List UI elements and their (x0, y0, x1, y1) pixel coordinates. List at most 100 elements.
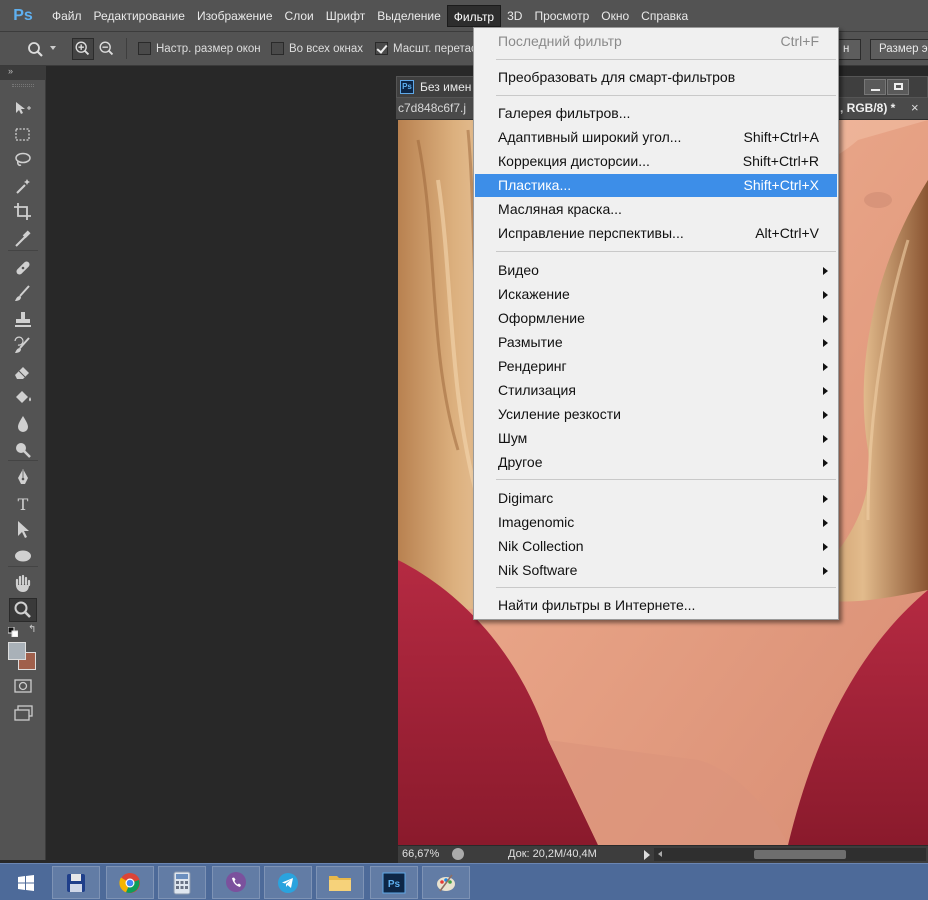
menu-window[interactable]: Окно (595, 5, 635, 27)
paint-icon[interactable] (422, 866, 470, 899)
photoshop-logo: Ps (13, 6, 33, 24)
resize-windows-checkbox[interactable] (138, 42, 151, 55)
preset-dropdown-icon[interactable] (50, 46, 56, 50)
zoom-tool-preset-icon[interactable] (24, 38, 46, 60)
default-colors-icon[interactable] (7, 626, 19, 638)
scrollbar-thumb[interactable] (754, 850, 846, 859)
submenu-4[interactable]: Рендеринг (475, 355, 837, 378)
dodge-tool-icon[interactable] (9, 438, 37, 462)
marquee-tool-icon[interactable] (9, 123, 37, 147)
menu-item-label: Рендеринг (498, 358, 567, 374)
scroll-left-icon[interactable] (658, 851, 662, 857)
submenu-6[interactable]: Усиление резкости (475, 403, 837, 426)
menu-file[interactable]: Файл (46, 5, 88, 27)
submenu-1[interactable]: Искажение (475, 283, 837, 306)
tools-collapse-bar[interactable]: » (0, 66, 46, 80)
folder-icon[interactable] (316, 866, 364, 899)
scrubby-zoom-option[interactable]: Масшт. перетас (375, 32, 477, 65)
plugin-submenu-0[interactable]: Digimarc (475, 487, 837, 510)
submenu-3[interactable]: Размытие (475, 331, 837, 354)
telegram-icon[interactable] (264, 866, 312, 899)
calculator-icon[interactable] (158, 866, 206, 899)
hand-tool-icon[interactable] (9, 572, 37, 596)
start-button-icon[interactable] (2, 866, 50, 899)
submenu-arrow-icon (823, 495, 828, 503)
menu-item-filter-5[interactable]: Исправление перспективы... Alt+Ctrl+V (475, 222, 837, 245)
zoom-in-icon[interactable] (72, 38, 94, 60)
path-selection-tool-icon[interactable] (9, 518, 37, 542)
collapse-chevron-icon[interactable]: » (8, 66, 13, 76)
clone-stamp-tool-icon[interactable] (9, 308, 37, 332)
menu-view[interactable]: Просмотр (528, 5, 595, 27)
menu-item-convert-smart-filters[interactable]: Преобразовать для смарт-фильтров (475, 66, 837, 89)
menu-3d[interactable]: 3D (501, 5, 528, 27)
all-windows-option[interactable]: Во всех окнах (271, 32, 363, 65)
submenu-7[interactable]: Шум (475, 427, 837, 450)
zoom-level[interactable]: 66,67% (402, 848, 439, 860)
menu-item-label: Видео (498, 262, 539, 278)
document-tab-right[interactable]: , RGB/8) * (840, 101, 895, 115)
history-brush-tool-icon[interactable] (9, 334, 37, 358)
panel-grip-icon[interactable] (12, 84, 34, 87)
zoom-tool-icon[interactable] (9, 598, 37, 622)
all-windows-checkbox[interactable] (271, 42, 284, 55)
healing-brush-tool-icon[interactable] (9, 256, 37, 280)
brush-tool-icon[interactable] (9, 282, 37, 306)
minimize-icon[interactable] (864, 79, 886, 95)
plugin-submenu-1[interactable]: Imagenomic (475, 511, 837, 534)
menu-item-filter-3[interactable]: Пластика... Shift+Ctrl+X (475, 174, 837, 197)
menu-item-filter-2[interactable]: Коррекция дисторсии... Shift+Ctrl+R (475, 150, 837, 173)
pen-tool-icon[interactable] (9, 466, 37, 490)
plugin-submenu-2[interactable]: Nik Collection (475, 535, 837, 558)
paint-bucket-tool-icon[interactable] (9, 386, 37, 410)
menu-separator (496, 251, 836, 252)
crop-tool-icon[interactable] (9, 200, 37, 224)
close-tab-icon[interactable]: × (911, 100, 919, 115)
menu-layer[interactable]: Слои (279, 5, 320, 27)
foreground-color-swatch[interactable] (8, 642, 26, 660)
submenu-8[interactable]: Другое (475, 451, 837, 474)
photoshop-icon[interactable]: Ps (370, 866, 418, 899)
screen-size-button[interactable]: Размер э (870, 39, 928, 60)
menu-item-filter-0[interactable]: Галерея фильтров... (475, 102, 837, 125)
menu-type[interactable]: Шрифт (320, 5, 371, 27)
submenu-arrow-icon (823, 411, 828, 419)
menu-select[interactable]: Выделение (371, 5, 447, 27)
floppy-save-icon[interactable] (52, 866, 100, 899)
plugin-submenu-3[interactable]: Nik Software (475, 559, 837, 582)
menu-item-browse-filters-online[interactable]: Найти фильтры в Интернете... (475, 594, 837, 617)
restore-icon[interactable] (887, 79, 909, 95)
menu-item-filter-4[interactable]: Масляная краска... (475, 198, 837, 221)
menu-item-label: Стилизация (498, 382, 576, 398)
menu-edit[interactable]: Редактирование (88, 5, 191, 27)
magic-wand-tool-icon[interactable] (9, 175, 37, 199)
resize-windows-option[interactable]: Настр. размер окон (138, 32, 261, 65)
document-tab-left[interactable]: c7d848c6f7.j (398, 101, 466, 115)
status-info-icon[interactable] (452, 848, 464, 860)
move-tool-icon[interactable] (9, 98, 37, 122)
submenu-0[interactable]: Видео (475, 259, 837, 282)
blur-tool-icon[interactable] (9, 412, 37, 436)
swap-colors-icon[interactable]: ↰ (28, 625, 38, 635)
submenu-2[interactable]: Оформление (475, 307, 837, 330)
type-tool-icon[interactable]: T (9, 492, 37, 516)
lasso-tool-icon[interactable] (9, 149, 37, 173)
svg-text:Ps: Ps (388, 879, 401, 890)
scrubby-zoom-checkbox[interactable] (375, 42, 388, 55)
screen-mode-icon[interactable] (13, 704, 35, 722)
status-menu-arrow-icon[interactable] (644, 850, 650, 860)
menu-item-filter-1[interactable]: Адаптивный широкий угол... Shift+Ctrl+A (475, 126, 837, 149)
eraser-tool-icon[interactable] (9, 360, 37, 384)
horizontal-scrollbar[interactable] (654, 848, 926, 861)
eyedropper-tool-icon[interactable] (9, 227, 37, 251)
ellipse-tool-icon[interactable] (9, 544, 37, 568)
viber-icon[interactable] (212, 866, 260, 899)
submenu-5[interactable]: Стилизация (475, 379, 837, 402)
menu-help[interactable]: Справка (635, 5, 694, 27)
zoom-out-icon[interactable] (96, 38, 118, 60)
chrome-icon[interactable] (106, 866, 154, 899)
menu-image[interactable]: Изображение (191, 5, 279, 27)
menu-item-label: Digimarc (498, 490, 554, 506)
menu-filter[interactable]: Фильтр (446, 4, 502, 27)
quick-mask-icon[interactable] (13, 678, 33, 694)
